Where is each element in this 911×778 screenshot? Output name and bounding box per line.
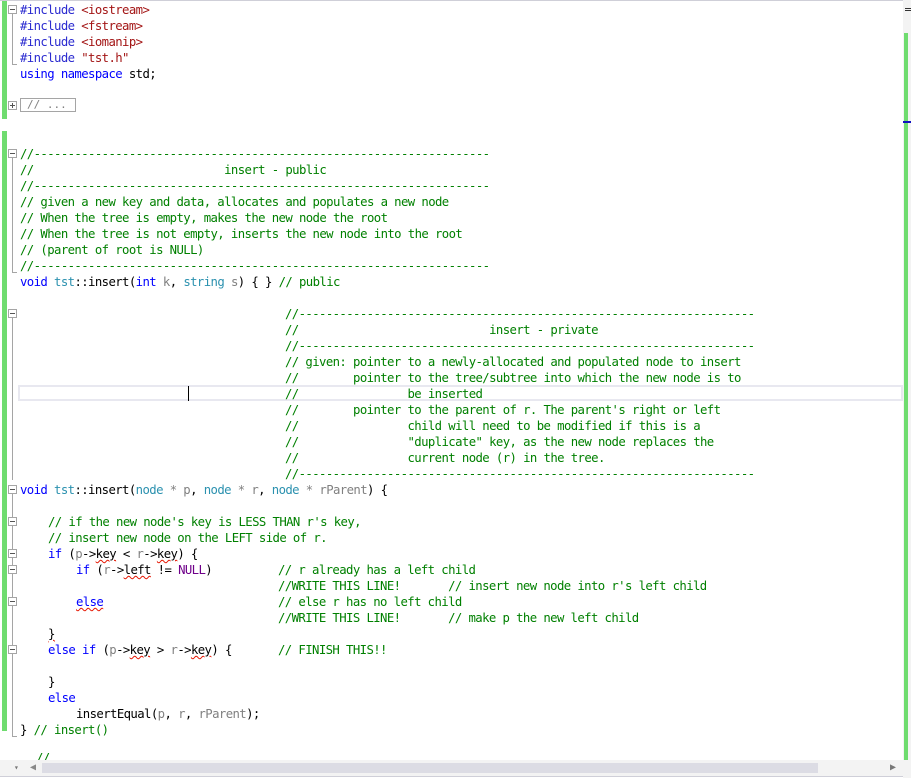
caret-position-marker (903, 121, 911, 123)
code-line: #include <iostream> (20, 3, 150, 17)
comment-line: //--------------------------------------… (285, 339, 755, 353)
collapse-icon[interactable] (8, 645, 17, 654)
scrollbar-corner (903, 760, 911, 778)
comment-line: // be inserted (285, 387, 483, 401)
expand-icon[interactable] (8, 101, 17, 110)
outline-guide (12, 14, 13, 64)
collapse-icon[interactable] (8, 5, 17, 14)
collapse-icon[interactable] (8, 597, 17, 606)
comment-line: // FINISH THIS!! (278, 643, 387, 657)
code-line: if (p->key < r->key) { (48, 547, 198, 561)
code-line: void tst::insert(node * p, node * r, nod… (20, 483, 388, 497)
code-line: else if (p->key > r->key) { (48, 643, 232, 657)
code-line: void tst::insert(int k, string s) { } //… (20, 275, 340, 289)
comment-line: // pointer to the parent of r. The paren… (285, 403, 721, 417)
code-line: using namespace std; (20, 67, 157, 81)
comment-line: // current node (r) in the tree. (285, 451, 605, 465)
comment-line: // (parent of root is NULL) (20, 243, 204, 257)
comment-line: //--------------------------------------… (285, 307, 755, 321)
comment-line: //--------------------------------------… (20, 259, 490, 273)
comment-line: //WRITE THIS LINE! // insert new node in… (278, 579, 707, 593)
comment-line: // r already has a left child (278, 563, 476, 577)
comment-line: // if the new node's key is LESS THAN r'… (48, 515, 362, 529)
collapse-icon[interactable] (8, 517, 17, 526)
scroll-left-icon[interactable]: ◀ (30, 762, 40, 774)
comment-line: // pointer to the tree/subtree into whic… (285, 371, 741, 385)
outline-guide-end (12, 736, 17, 737)
code-line: } // insert() (20, 723, 109, 737)
comment-line: // When the tree is not empty, inserts t… (20, 227, 463, 241)
change-map (904, 33, 908, 760)
collapse-icon[interactable] (8, 549, 17, 558)
collapsed-region[interactable]: // ... (20, 98, 76, 112)
vertical-scrollbar[interactable] (903, 0, 911, 760)
outline-guide-end (12, 64, 17, 65)
code-line: #include <iomanip> (20, 35, 143, 49)
comment-line: //--------------------------------------… (20, 179, 490, 193)
change-indicator-bar (2, 1, 7, 119)
comment-line: //--------------------------------------… (20, 147, 490, 161)
change-indicator-bar (2, 131, 7, 731)
zoom-dropdown-icon[interactable]: ▾ (14, 764, 22, 772)
collapse-icon[interactable] (8, 565, 17, 574)
comment-line: // When the tree is empty, makes the new… (20, 211, 388, 225)
comment-line: // child will need to be modified if thi… (285, 419, 701, 433)
collapse-icon[interactable] (8, 309, 17, 318)
text-caret (188, 386, 189, 401)
collapse-icon[interactable] (8, 149, 17, 158)
comment-line: //--------------------------------------… (285, 467, 755, 481)
code-line: } (48, 627, 55, 641)
code-line: insertEqual(p, r, rParent); (76, 707, 260, 721)
code-line: else (76, 595, 104, 609)
collapse-icon[interactable] (8, 485, 17, 494)
outline-guide (12, 318, 13, 480)
scroll-thumb[interactable] (42, 763, 818, 773)
code-editor[interactable]: // ... #include <iostream> #include <fst… (0, 0, 903, 761)
code-line: if (r->left != NULL) (76, 563, 213, 577)
scroll-right-icon[interactable]: ▶ (890, 762, 900, 774)
comment-line: //WRITE THIS LINE! // make p the new lef… (278, 611, 639, 625)
comment-line: // insert - private (285, 323, 599, 337)
comment-line: // insert - public (20, 163, 327, 177)
split-window-icon[interactable] (903, 4, 911, 14)
comment-line: // insert new node on the LEFT side of r… (48, 531, 328, 545)
outline-guide-end (12, 272, 17, 273)
code-line: #include <fstream> (20, 19, 143, 33)
comment-line: // given: pointer to a newly-allocated a… (285, 355, 741, 369)
outline-guide (12, 158, 13, 272)
code-line: } (48, 675, 55, 689)
comment-line: // "duplicate" key, as the new node repl… (285, 435, 714, 449)
outline-guide (12, 494, 13, 736)
comment-line: // given a new key and data, allocates a… (20, 195, 449, 209)
comment-line: // else r has no left child (278, 595, 462, 609)
code-line: #include "tst.h" (20, 51, 129, 65)
horizontal-scrollbar[interactable]: ▾ ◀ ▶ (0, 760, 903, 777)
code-line: else (48, 691, 76, 705)
